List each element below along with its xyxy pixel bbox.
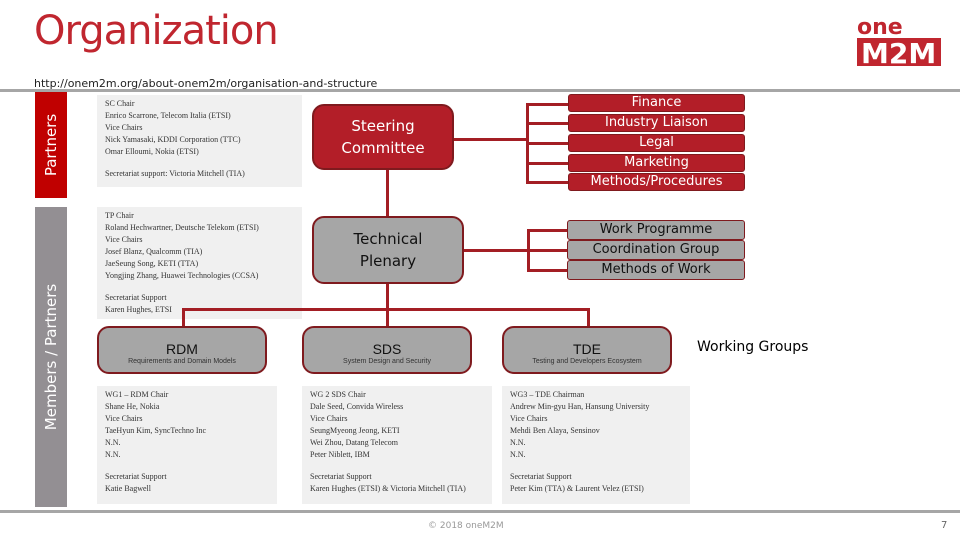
info-line: Wei Zhou, Datang Telecom xyxy=(310,438,398,447)
tp-subgroup-coordination-group[interactable]: Coordination Group xyxy=(567,240,745,260)
wg-drop-tde xyxy=(587,308,590,326)
tp-label-line2: Plenary xyxy=(359,252,417,270)
info-line: Secretariat Support xyxy=(510,472,572,481)
technical-plenary-box[interactable]: Technical Plenary xyxy=(312,216,464,284)
copyright: © 2018 oneM2M xyxy=(428,521,504,531)
sc-branch-tick xyxy=(526,181,568,184)
sc-subgroup-legal[interactable]: Legal xyxy=(568,134,745,152)
info-line: Josef Blanz, Qualcomm (TIA) xyxy=(105,247,203,256)
info-line: Mehdi Ben Alaya, Sensinov xyxy=(510,426,600,435)
page-title: Organization xyxy=(34,8,279,54)
info-line: JaeSeung Song, KETI (TTA) xyxy=(105,259,199,268)
info-line: Karen Hughes (ETSI) & Victoria Mitchell … xyxy=(310,484,466,493)
wg-tde-info: WG3 – TDE Chairman Andrew Min-gyu Han, H… xyxy=(502,386,690,504)
info-line: SeungMyeong Jeong, KETI xyxy=(310,426,400,435)
info-line: Peter Niblett, IBM xyxy=(310,450,370,459)
sc-branch-connector xyxy=(454,138,526,141)
sc-subgroup-industry-liaison[interactable]: Industry Liaison xyxy=(568,114,745,132)
sc-branch-tick xyxy=(526,122,568,125)
info-line: TaeHyun Kim, SyncTechno Inc xyxy=(105,426,207,435)
tp-branch-connector xyxy=(464,249,528,252)
wg-drop-sds xyxy=(386,308,389,326)
sc-tp-connector xyxy=(386,170,389,216)
wg-sds-info: WG 2 SDS Chair Dale Seed, Convida Wirele… xyxy=(302,386,492,504)
sc-branch-tick xyxy=(526,142,568,145)
info-line: Dale Seed, Convida Wireless xyxy=(310,402,404,411)
steering-committee-info: SC Chair Enrico Scarrone, Telecom Italia… xyxy=(97,95,302,187)
footer-divider xyxy=(0,510,960,513)
tp-wg-trunk xyxy=(386,284,389,310)
wg-subtitle: System Design and Security xyxy=(343,357,431,365)
info-line: N.N. xyxy=(105,438,121,447)
info-gap xyxy=(105,282,302,292)
members-partners-label: Members / Partners xyxy=(42,283,60,431)
info-line: WG3 – TDE Chairman xyxy=(510,390,585,399)
sc-branch-tick xyxy=(526,162,568,165)
info-line: TP Chair xyxy=(105,211,134,220)
wg-box-rdm[interactable]: RDM Requirements and Domain Models xyxy=(97,326,267,374)
onem2m-logo-icon: one M2M xyxy=(855,14,945,70)
tp-subgroup-work-programme[interactable]: Work Programme xyxy=(567,220,745,240)
wg-name: RDM xyxy=(166,340,198,357)
page-number: 7 xyxy=(941,520,948,531)
sc-subgroup-methods-procedures[interactable]: Methods/Procedures xyxy=(568,173,745,191)
wg-subtitle: Requirements and Domain Models xyxy=(128,357,236,365)
info-line: Vice Chairs xyxy=(105,414,143,423)
tp-branch-tick xyxy=(527,249,567,252)
header-divider xyxy=(0,89,960,92)
info-gap xyxy=(510,461,690,471)
info-line: N.N. xyxy=(510,438,526,447)
info-line: SC Chair xyxy=(105,99,135,108)
info-line: N.N. xyxy=(105,450,121,459)
info-line: Vice Chairs xyxy=(105,235,143,244)
sc-label-line1: Steering xyxy=(351,117,415,135)
info-line: Secretariat support: Victoria Mitchell (… xyxy=(105,169,245,178)
sc-branch-tick xyxy=(526,103,568,106)
info-line: Secretariat Support xyxy=(105,293,167,302)
sc-subgroup-finance[interactable]: Finance xyxy=(568,94,745,112)
logo-m2m-text: M2M xyxy=(861,37,936,70)
tp-subgroup-methods-of-work[interactable]: Methods of Work xyxy=(567,260,745,280)
sc-label-line2: Committee xyxy=(341,139,425,157)
partners-side-label: Partners xyxy=(35,92,67,198)
info-line: Roland Hechwartner, Deutsche Telekom (ET… xyxy=(105,223,259,232)
info-line: Vice Chairs xyxy=(105,123,143,132)
info-line: Yongjing Zhang, Huawei Technologies (CCS… xyxy=(105,271,259,280)
info-line: Enrico Scarrone, Telecom Italia (ETSI) xyxy=(105,111,231,120)
info-line: Secretariat Support xyxy=(310,472,372,481)
steering-committee-box[interactable]: Steering Committee xyxy=(312,104,454,170)
info-line: Vice Chairs xyxy=(510,414,548,423)
info-line: Vice Chairs xyxy=(310,414,348,423)
tp-label-line1: Technical xyxy=(353,230,423,248)
wg-name: SDS xyxy=(372,340,402,357)
wg-box-tde[interactable]: TDE Testing and Developers Ecosystem xyxy=(502,326,672,374)
info-line: Peter Kim (TTA) & Laurent Velez (ETSI) xyxy=(510,484,644,493)
tp-branch-tick xyxy=(527,269,567,272)
info-line: Omar Elloumi, Nokia (ETSI) xyxy=(105,147,199,156)
info-line: Katie Bagwell xyxy=(105,484,151,493)
info-line: WG1 – RDM Chair xyxy=(105,390,169,399)
info-line: Secretariat Support xyxy=(105,472,167,481)
info-line: N.N. xyxy=(510,450,526,459)
info-gap xyxy=(105,461,277,471)
members-partners-side-label: Members / Partners xyxy=(35,207,67,507)
info-line: Andrew Min-gyu Han, Hansung University xyxy=(510,402,650,411)
info-line: Shane He, Nokia xyxy=(105,402,160,411)
sc-subgroup-marketing[interactable]: Marketing xyxy=(568,154,745,172)
info-gap xyxy=(105,158,302,168)
info-gap xyxy=(310,461,492,471)
wg-box-sds[interactable]: SDS System Design and Security xyxy=(302,326,472,374)
wg-rdm-info: WG1 – RDM Chair Shane He, Nokia Vice Cha… xyxy=(97,386,277,504)
tp-branch-tick xyxy=(527,229,567,232)
wg-subtitle: Testing and Developers Ecosystem xyxy=(532,357,642,365)
partners-label: Partners xyxy=(42,113,60,177)
info-line: Nick Yamasaki, KDDI Corporation (TTC) xyxy=(105,135,241,144)
info-line: WG 2 SDS Chair xyxy=(310,390,366,399)
technical-plenary-info: TP Chair Roland Hechwartner, Deutsche Te… xyxy=(97,207,302,319)
wg-name: TDE xyxy=(573,340,601,357)
working-groups-title: Working Groups xyxy=(697,339,809,355)
wg-drop-rdm xyxy=(182,308,185,326)
